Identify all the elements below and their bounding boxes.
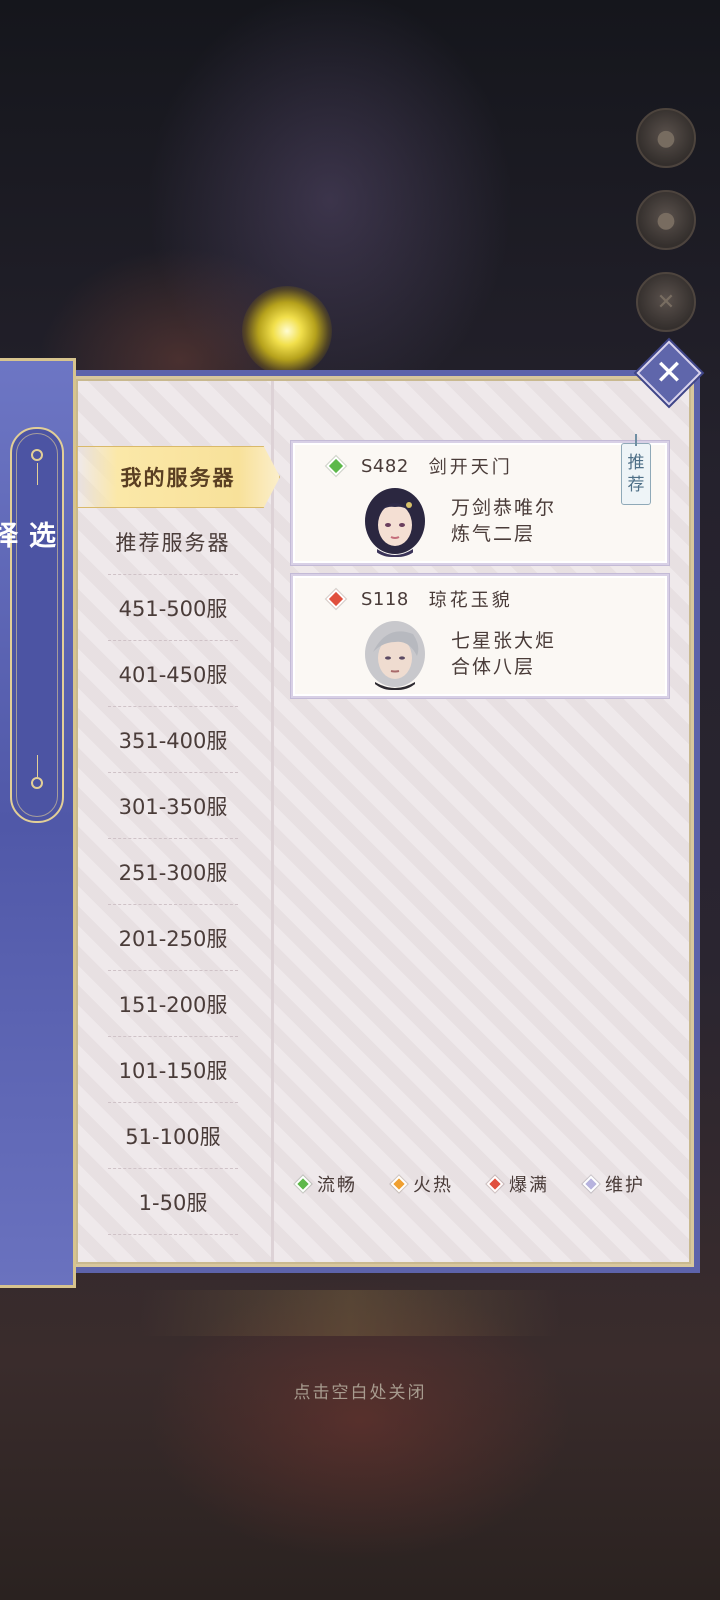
background-banner [140,1290,560,1336]
server-select-panel: 我的服务器 推荐服务器 451-500服 401-450服 351-400服 3… [73,370,700,1273]
close-icon[interactable]: ✕ [646,350,692,396]
server-header: S118 琼花玉貌 [326,586,513,612]
legend-item-smooth: 流畅 [294,1171,357,1197]
server-card[interactable]: S118 琼花玉貌 七星张大炬 合体八层 [291,574,669,698]
server-range-list: 我的服务器 推荐服务器 451-500服 401-450服 351-400服 3… [76,381,280,1262]
legend-label: 流畅 [317,1175,357,1196]
legend-label: 维护 [605,1175,645,1196]
server-name: 琼花玉貌 [428,590,513,611]
ornament-line [37,463,38,485]
nav-item-range[interactable]: 351-400服 [108,707,238,773]
ornament-line [37,755,38,777]
side-menu-orb: ✕ [636,272,696,332]
nav-item-range[interactable]: 301-350服 [108,773,238,839]
status-legend: 流畅 火热 爆满 维护 [294,1171,645,1197]
ornament-knot-icon [31,449,43,461]
nav-item-range[interactable]: 151-200服 [108,971,238,1037]
nav-item-range[interactable]: 51-100服 [108,1103,238,1169]
male-character-avatar-icon [363,620,427,690]
panel-title-banner: 选择服务器 [0,358,76,1288]
character-name: 七星张大炬 [451,630,557,652]
ornament-knot-icon [31,777,43,789]
panel-body: 我的服务器 推荐服务器 451-500服 401-450服 351-400服 3… [76,379,691,1264]
orange-diamond-icon [390,1175,408,1193]
legend-item-hot: 火热 [390,1171,453,1197]
legend-label: 爆满 [509,1175,549,1196]
legend-label: 火热 [413,1175,453,1196]
side-menu-orb: ● [636,190,696,250]
character-level: 炼气二层 [451,523,536,545]
glowing-orb-decoration [242,286,332,376]
red-diamond-icon [486,1175,504,1193]
female-character-avatar-icon [363,487,427,557]
status-diamond-icon [326,456,346,476]
server-name: 剑开天门 [428,457,513,478]
server-id: S118 [361,588,409,610]
title-frame: 选择服务器 [0,427,64,823]
recommend-tag: 推荐 [621,434,651,505]
server-id: S482 [361,455,409,477]
side-menu-orb: ● [636,108,696,168]
nav-item-recommended[interactable]: 推荐服务器 [108,509,238,575]
panel-title-text: 选择服务器 [0,521,55,552]
server-card[interactable]: S482 剑开天门 万剑恭唯尔 炼气二层 推荐 [291,434,669,565]
character-name: 万剑恭唯尔 [451,497,557,519]
nav-item-range[interactable]: 401-450服 [108,641,238,707]
legend-item-full: 爆满 [486,1171,549,1197]
nav-item-range[interactable]: 1-50服 [108,1169,238,1235]
close-hint: 点击空白处关闭 [293,1383,427,1403]
legend-item-maintenance: 维护 [582,1171,645,1197]
green-diamond-icon [294,1175,312,1193]
nav-item-my-servers[interactable]: 我的服务器 [76,446,280,508]
status-diamond-icon [326,589,346,609]
nav-item-range[interactable]: 451-500服 [108,575,238,641]
lavender-diamond-icon [582,1175,600,1193]
nav-item-range[interactable]: 101-150服 [108,1037,238,1103]
character-level: 合体八层 [451,656,536,678]
server-header: S482 剑开天门 [326,453,513,479]
nav-item-range[interactable]: 251-300服 [108,839,238,905]
server-list: S482 剑开天门 万剑恭唯尔 炼气二层 推荐 S118 琼花玉貌 七星张大炬 … [277,381,689,1262]
nav-item-range[interactable]: 201-250服 [108,905,238,971]
